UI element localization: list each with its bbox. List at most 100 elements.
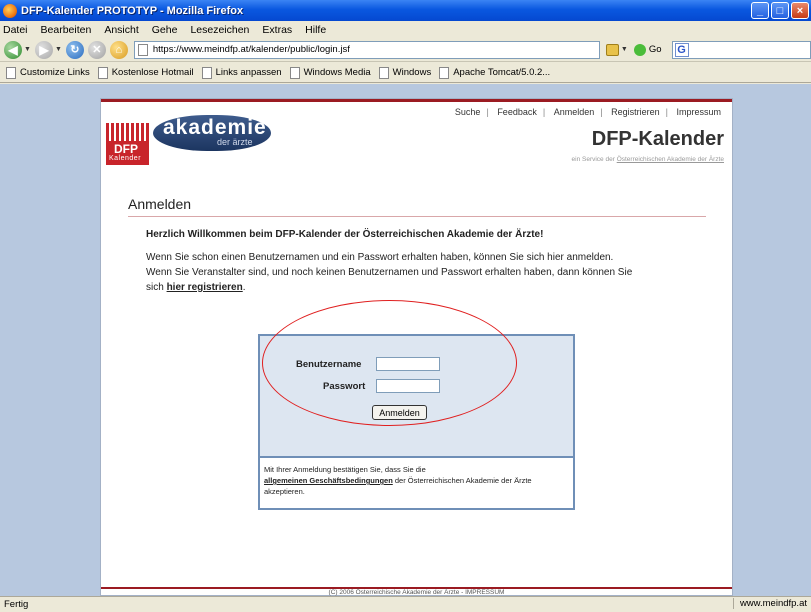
status-domain: www.meindfp.at	[732, 598, 807, 609]
go-arrow-icon	[633, 43, 646, 56]
nav-separator: |	[600, 107, 603, 117]
forward-arrow-icon: ▶	[34, 40, 53, 59]
intro-paragraph: Wenn Sie schon einen Benutzernamen und e…	[146, 250, 706, 295]
nav-link-registrieren[interactable]: Registrieren	[611, 107, 660, 117]
terms-line-1: Mit Ihrer Anmeldung bestätigen Sie, dass…	[264, 465, 426, 474]
firefox-icon	[3, 3, 17, 18]
site-brand-title: DFP-Kalender	[591, 128, 724, 150]
bookmark-item[interactable]: Customize Links	[6, 66, 90, 79]
page-icon	[378, 66, 389, 79]
welcome-text: Herzlich Willkommen beim DFP-Kalender de…	[146, 229, 544, 240]
back-button[interactable]: ◀ ▼	[4, 40, 31, 59]
top-navigation: Suche | Feedback | Anmelden | Registrieren |…	[452, 107, 724, 117]
terms-link[interactable]: allgemeinen Geschäftsbedingungen	[264, 476, 393, 485]
google-search-icon[interactable]: G	[674, 42, 689, 57]
terms-notice: Mit Ihrer Anmeldung bestätigen Sie, dass…	[264, 464, 569, 497]
stop-button[interactable]: ✕	[87, 40, 106, 59]
menu-datei[interactable]: Datei	[3, 24, 28, 36]
login-button[interactable]: Anmelden	[372, 405, 427, 420]
bookmark-item[interactable]: Windows Media	[289, 66, 371, 79]
login-box: Benutzername Passwort Anmelden Mit Ihrer…	[258, 334, 575, 510]
password-label: Passwort	[323, 381, 366, 392]
page-icon	[439, 66, 450, 79]
intro-line-2: Wenn Sie Veranstalter sind, und noch kei…	[146, 267, 633, 278]
window-titlebar: DFP-Kalender PROTOTYP - Mozilla Firefox …	[0, 0, 811, 21]
dropdown-arrow-icon: ▼	[24, 46, 31, 53]
nav-link-feedback[interactable]: Feedback	[497, 107, 537, 117]
dropdown-arrow-icon: ▼	[54, 46, 62, 53]
maximize-button[interactable]: □	[771, 2, 789, 19]
bookmark-item[interactable]: Windows	[378, 66, 432, 79]
ssl-lock-icon[interactable]	[605, 43, 619, 56]
bookmark-label: Customize Links	[20, 67, 90, 78]
url-bar[interactable]: https://www.meindfp.at/kalender/public/l…	[133, 40, 600, 59]
home-icon: ⌂	[109, 40, 128, 59]
home-button[interactable]: ⌂	[109, 40, 128, 59]
bookmark-label: Windows	[392, 67, 432, 78]
username-label: Benutzername	[296, 359, 362, 370]
reload-icon: ↻	[65, 40, 84, 59]
menu-ansicht[interactable]: Ansicht	[104, 24, 138, 36]
intro-line-3-suffix: .	[242, 282, 246, 293]
menu-hilfe[interactable]: Hilfe	[305, 24, 326, 36]
bookmark-item[interactable]: Kostenlose Hotmail	[97, 66, 194, 79]
dfp-logo-stripes	[106, 123, 149, 141]
tagline-link[interactable]: Österreichischen Akademie der Ärzte	[617, 156, 724, 163]
username-input[interactable]	[376, 357, 440, 371]
web-page: akademie der ärzte DFP Kalender Suche | F…	[100, 98, 733, 596]
status-text: Fertig	[4, 599, 29, 610]
url-text: https://www.meindfp.at/kalender/public/l…	[152, 44, 350, 55]
go-label: Go	[648, 44, 662, 55]
register-link[interactable]: hier registrieren	[167, 282, 243, 293]
heading-divider	[128, 216, 706, 217]
bookmarks-toolbar: Customize Links Kostenlose Hotmail Links…	[0, 63, 811, 83]
nav-separator: |	[542, 107, 546, 117]
header-accent-line	[101, 99, 732, 102]
bookmark-label: Kostenlose Hotmail	[111, 67, 194, 78]
window-title: DFP-Kalender PROTOTYP - Mozilla Firefox	[21, 4, 244, 17]
page-footer: (C) 2006 Österreichische Akademie der Är…	[328, 589, 505, 596]
back-arrow-icon: ◀	[4, 40, 22, 59]
menu-bearbeiten[interactable]: Bearbeiten	[41, 24, 92, 36]
intro-line-3: sich hier registrieren.	[146, 280, 706, 295]
page-favicon-icon	[137, 43, 148, 56]
tagline-prefix: ein Service der	[571, 156, 617, 163]
intro-line-3-prefix: sich	[146, 282, 167, 293]
nav-separator: |	[665, 107, 668, 117]
bookmark-label: Apache Tomcat/5.0.2...	[453, 67, 551, 78]
bookmark-item[interactable]: Apache Tomcat/5.0.2...	[439, 66, 551, 79]
go-button[interactable]: Go	[633, 43, 662, 56]
password-input[interactable]	[376, 379, 440, 393]
page-icon	[6, 66, 16, 79]
page-icon	[97, 66, 108, 79]
forward-button[interactable]: ▶ ▼	[34, 40, 62, 59]
intro-line-1: Wenn Sie schon einen Benutzernamen und e…	[146, 252, 614, 263]
terms-line-2: allgemeinen Geschäftsbedingungen der Öst…	[264, 475, 569, 497]
nav-link-suche[interactable]: Suche	[455, 107, 481, 117]
login-form: Benutzername Passwort Anmelden	[260, 336, 573, 458]
akademie-logo[interactable]: akademie der ärzte	[153, 115, 271, 151]
bookmark-label: Windows Media	[303, 67, 371, 78]
page-heading: Anmelden	[128, 196, 192, 212]
minimize-button[interactable]: _	[751, 2, 769, 19]
nav-link-anmelden[interactable]: Anmelden	[554, 107, 595, 117]
status-bar: Fertig www.meindfp.at	[0, 596, 811, 612]
browser-content: akademie der ärzte DFP Kalender Suche | F…	[0, 84, 811, 596]
search-box[interactable]: G	[671, 40, 811, 59]
bookmark-label: Links anpassen	[215, 67, 282, 78]
menu-lesezeichen[interactable]: Lesezeichen	[190, 24, 249, 36]
menubar: Datei Bearbeiten Ansicht Gehe Lesezeiche…	[0, 21, 811, 38]
close-button[interactable]: ×	[791, 2, 809, 19]
menu-gehe[interactable]: Gehe	[152, 24, 178, 36]
nav-separator: |	[486, 107, 489, 117]
dfp-logo-subtext: Kalender	[109, 155, 142, 162]
menu-extras[interactable]: Extras	[262, 24, 292, 36]
nav-link-impressum[interactable]: Impressum	[676, 107, 721, 117]
akademie-logo-subtext: der ärzte	[217, 137, 253, 147]
dfp-logo[interactable]: DFP Kalender	[106, 123, 149, 165]
bookmark-item[interactable]: Links anpassen	[201, 66, 282, 79]
reload-button[interactable]: ↻	[65, 40, 84, 59]
page-icon	[289, 66, 300, 79]
site-tagline: ein Service der Österreichischen Akademi…	[572, 156, 724, 163]
url-history-dropdown-icon[interactable]: ▼	[621, 46, 628, 53]
